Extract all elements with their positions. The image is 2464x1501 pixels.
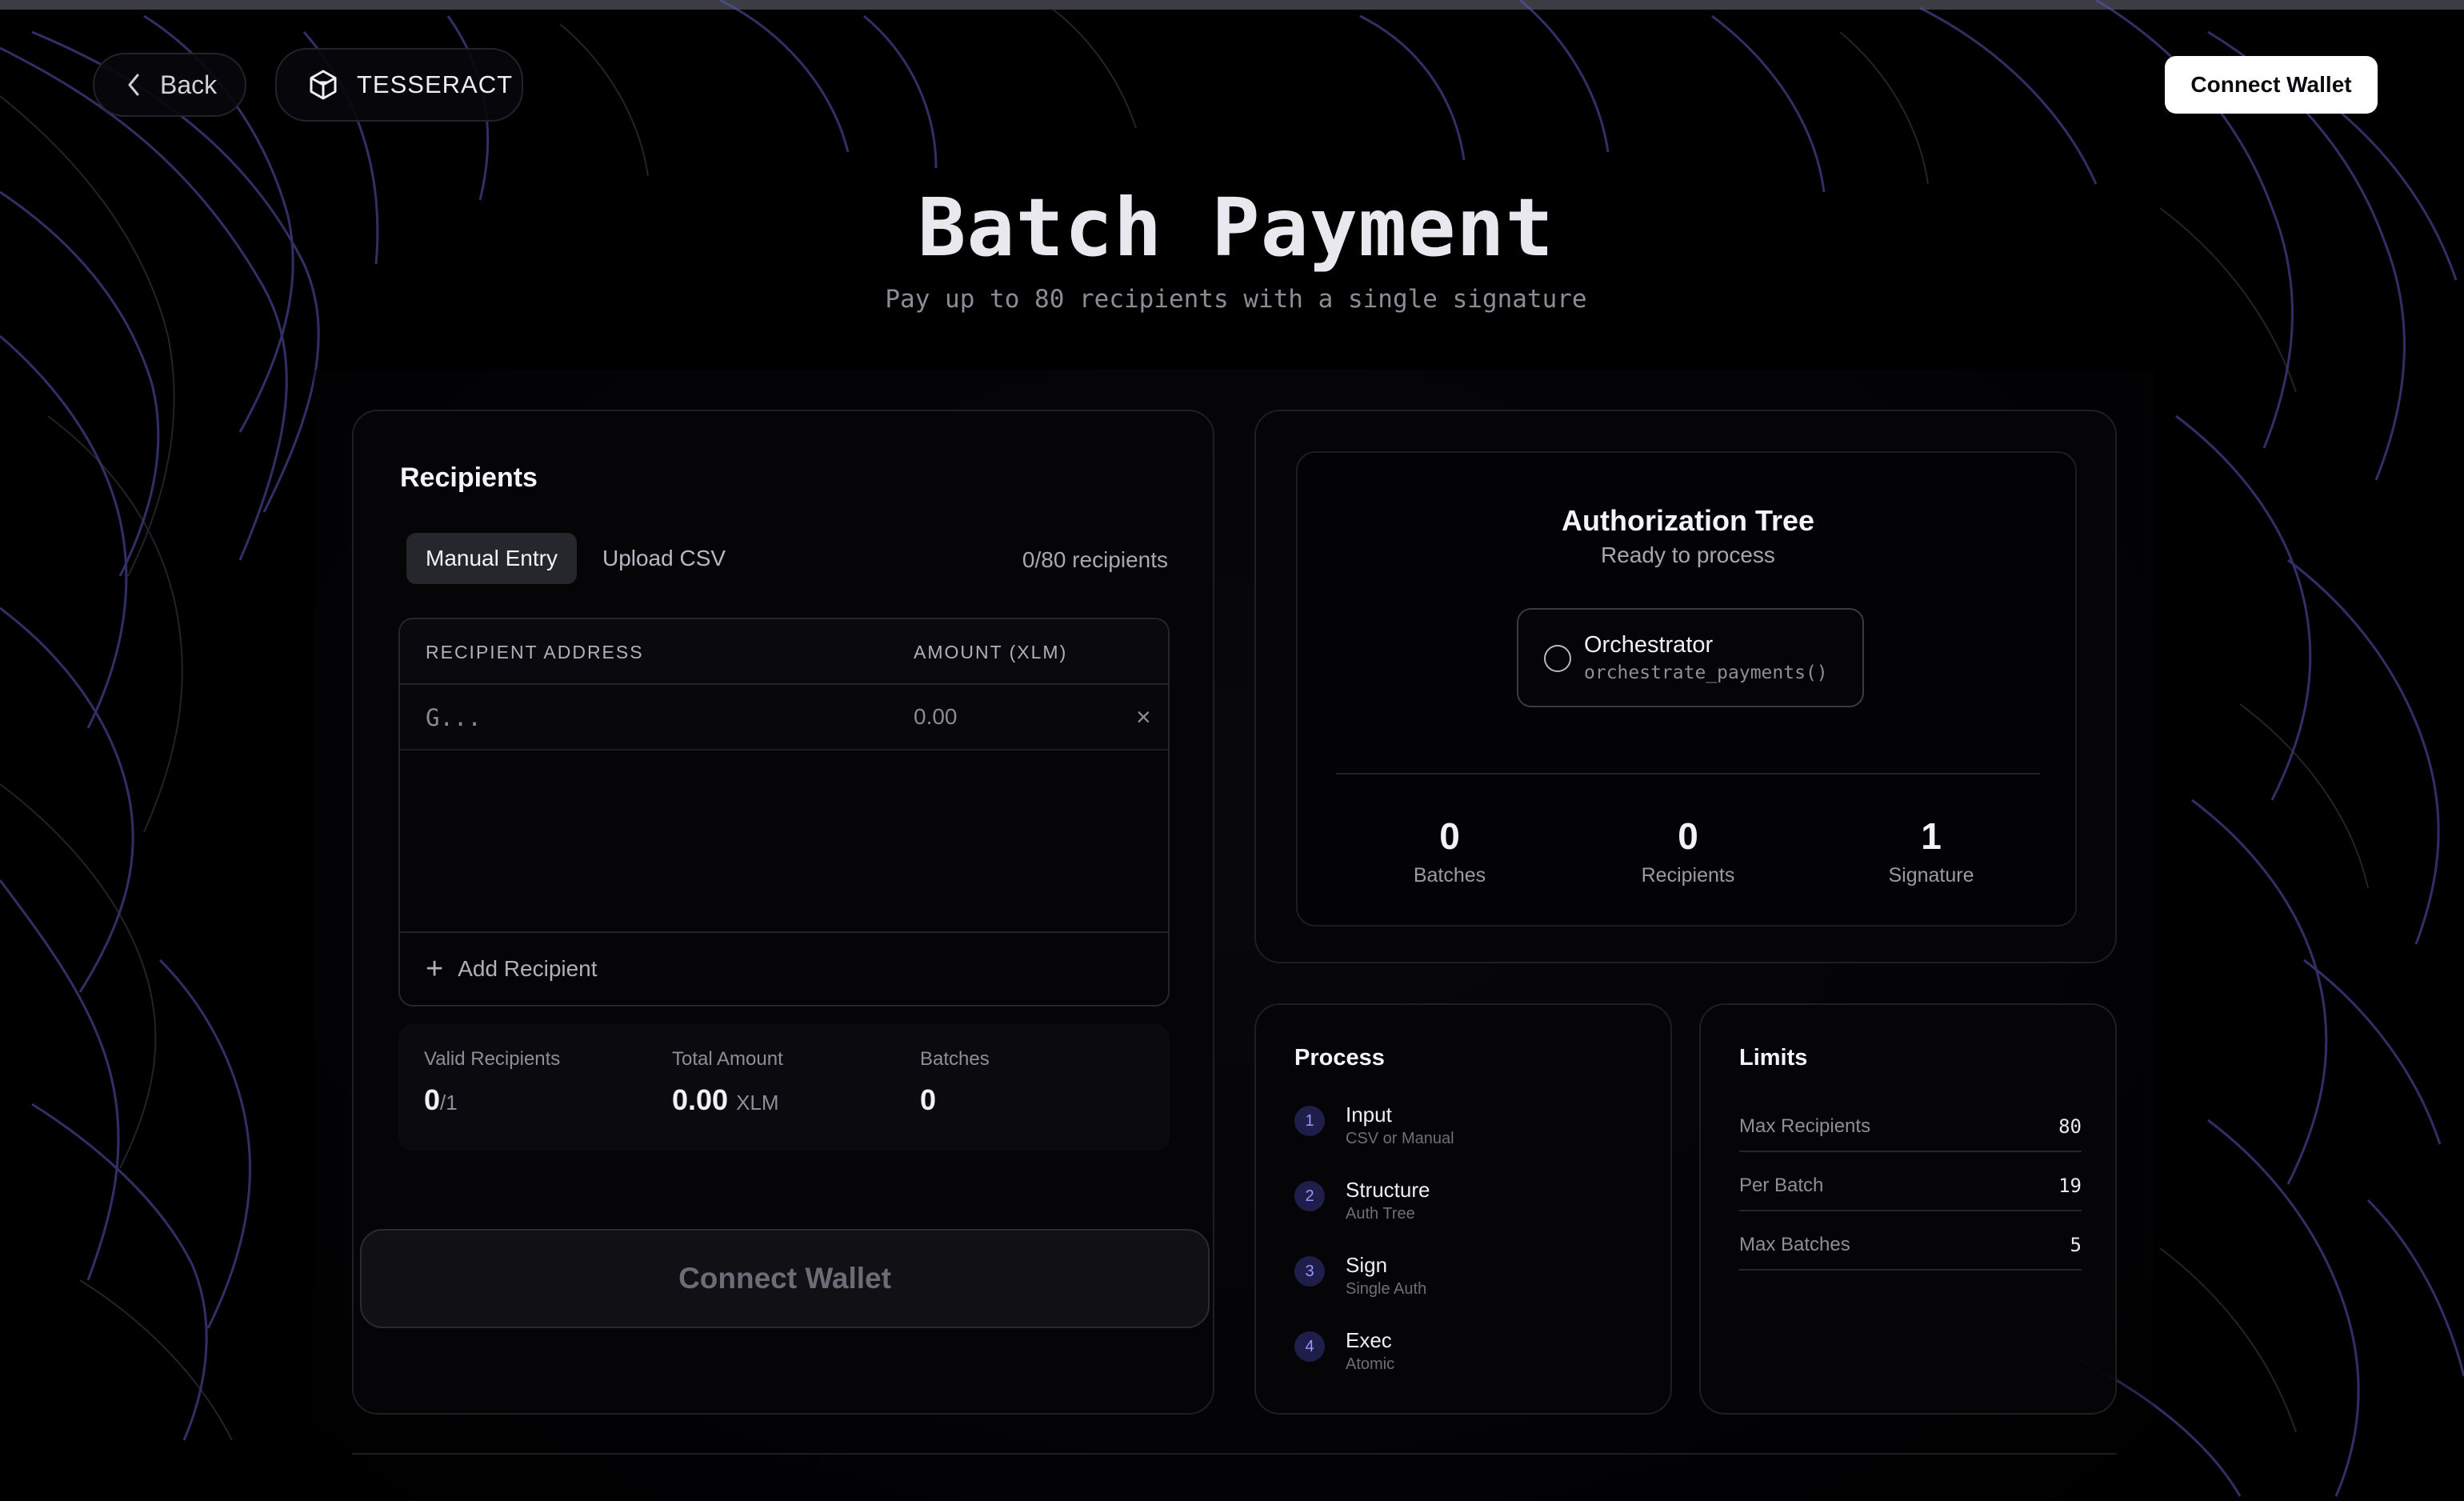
footer-divider — [352, 1453, 2117, 1455]
valid-recipients-value: 0/1 — [424, 1083, 458, 1116]
step-title: Structure — [1346, 1178, 1430, 1202]
total-amount-label: Total Amount — [672, 1048, 783, 1070]
orchestrator-node: Orchestrator orchestrate_payments() — [1517, 608, 1864, 707]
remove-row-close-icon[interactable]: × — [1136, 702, 1151, 732]
stat-signature-value: 1 — [1921, 815, 1942, 857]
authorization-tree-title: Authorization Tree — [1561, 504, 1815, 537]
step-title: Exec — [1346, 1328, 1392, 1352]
amount-input[interactable]: 0.00 — [914, 704, 958, 730]
stat-recipients-value: 0 — [1678, 815, 1698, 857]
step-number-badge: 4 — [1294, 1331, 1325, 1362]
table-row: G... 0.00 × — [400, 685, 1168, 750]
page-title: Batch Payment — [918, 181, 1554, 274]
summary-panel: Valid Recipients 0/1 Total Amount 0.00 X… — [398, 1024, 1170, 1151]
step-number-badge: 3 — [1294, 1256, 1325, 1287]
recipients-table: RECIPIENT ADDRESS AMOUNT (XLM) G... 0.00… — [398, 618, 1170, 1007]
tab-upload-csv[interactable]: Upload CSV — [583, 533, 745, 584]
column-header-amount: AMOUNT (XLM) — [914, 642, 1068, 662]
step-subtitle: Atomic — [1346, 1355, 1395, 1373]
limit-row: Per Batch 19 — [1739, 1155, 2082, 1211]
recipient-count: 0/80 recipients — [1022, 547, 1168, 572]
limit-row: Max Batches 5 — [1739, 1215, 2082, 1271]
recipients-title: Recipients — [400, 462, 538, 493]
limit-value: 80 — [2058, 1115, 2082, 1138]
process-title: Process — [1294, 1045, 1385, 1071]
divider — [1336, 773, 2040, 775]
chevron-left-icon — [128, 74, 139, 96]
valid-recipients-stat: Valid Recipients 0/1 — [424, 1048, 560, 1117]
plus-icon: + — [426, 952, 444, 986]
limit-row: Max Recipients 80 — [1739, 1096, 2082, 1152]
step-subtitle: Single Auth — [1346, 1280, 1427, 1298]
table-header: RECIPIENT ADDRESS AMOUNT (XLM) — [400, 619, 1168, 685]
recipients-card: Recipients Manual Entry Upload CSV 0/80 … — [352, 410, 1214, 1415]
limit-value: 19 — [2058, 1175, 2082, 1197]
limits-title: Limits — [1739, 1045, 1808, 1071]
batches-value: 0 — [920, 1083, 937, 1116]
authorization-status: Ready to process — [1601, 542, 1775, 567]
stat-recipients-label: Recipients — [1641, 864, 1735, 887]
stat-signature: 1 Signature — [1843, 815, 2019, 887]
stat-signature-label: Signature — [1888, 864, 1974, 887]
add-recipient-label: Add Recipient — [458, 956, 598, 981]
stat-batches: 0 Batches — [1362, 815, 1538, 887]
step-subtitle: Auth Tree — [1346, 1205, 1415, 1223]
limit-label: Per Batch — [1739, 1175, 1824, 1196]
stat-recipients: 0 Recipients — [1600, 815, 1776, 887]
recipient-address-input[interactable]: G... — [426, 704, 482, 731]
connect-wallet-submit-button[interactable]: Connect Wallet — [360, 1229, 1210, 1328]
valid-recipients-label: Valid Recipients — [424, 1048, 561, 1070]
circle-status-icon — [1544, 645, 1571, 672]
cube-logo-icon — [310, 70, 337, 100]
orchestrator-function: orchestrate_payments() — [1584, 662, 1828, 683]
add-recipient-row: + Add Recipient — [400, 931, 1168, 1005]
process-card: Process 1 Input CSV or Manual 2 Structur… — [1254, 1003, 1672, 1415]
total-amount-value: 0.00 XLM — [672, 1083, 779, 1116]
step-subtitle: CSV or Manual — [1346, 1130, 1454, 1147]
batches-label: Batches — [920, 1048, 990, 1070]
back-button[interactable]: Back — [93, 53, 246, 117]
step-title: Sign — [1346, 1253, 1388, 1277]
limit-label: Max Recipients — [1739, 1115, 1871, 1137]
page-subtitle: Pay up to 80 recipients with a single si… — [885, 285, 1587, 314]
input-mode-tabs: Manual Entry Upload CSV — [406, 533, 745, 584]
limits-card: Limits Max Recipients 80 Per Batch 19 Ma… — [1699, 1003, 2117, 1415]
step-number-badge: 1 — [1294, 1106, 1325, 1136]
limit-label: Max Batches — [1739, 1234, 1850, 1255]
back-label: Back — [160, 70, 218, 99]
authorization-tree-card: Authorization Tree Ready to process Orch… — [1254, 410, 2117, 963]
add-recipient-button[interactable]: + Add Recipient — [426, 954, 598, 984]
step-title: Input — [1346, 1103, 1392, 1127]
total-amount-stat: Total Amount 0.00 XLM — [672, 1048, 783, 1117]
limit-value: 5 — [2070, 1234, 2082, 1256]
stat-batches-value: 0 — [1439, 815, 1460, 857]
step-number-badge: 2 — [1294, 1181, 1325, 1211]
tab-manual-entry[interactable]: Manual Entry — [406, 533, 577, 584]
brand-name: TESSERACT — [357, 70, 514, 98]
authorization-tree-panel: Authorization Tree Ready to process Orch… — [1296, 451, 2077, 927]
brand-link[interactable]: TESSERACT — [275, 48, 523, 122]
stat-batches-label: Batches — [1413, 864, 1486, 887]
orchestrator-title: Orchestrator — [1584, 632, 1714, 658]
connect-wallet-button[interactable]: Connect Wallet — [2165, 56, 2378, 114]
batches-stat: Batches 0 — [920, 1048, 990, 1117]
column-header-address: RECIPIENT ADDRESS — [426, 642, 644, 662]
